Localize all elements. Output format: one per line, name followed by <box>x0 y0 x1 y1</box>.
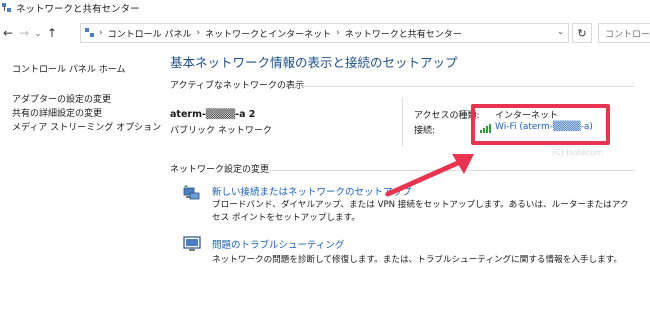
recent-locations-chevron-icon[interactable]: ⌄ <box>32 23 44 43</box>
sidebar-item-media-streaming[interactable]: メディア ストリーミング オプション <box>12 120 162 134</box>
divider <box>402 98 403 146</box>
sidebar-item-advanced-sharing[interactable]: 共有の詳細設定の変更 <box>12 106 162 120</box>
highlight-box <box>471 104 610 145</box>
sidebar-item-adapter-settings[interactable]: アダプターの設定の変更 <box>12 92 162 106</box>
breadcrumb-network-internet[interactable]: ネットワークとインターネット <box>205 27 331 40</box>
divider <box>290 86 635 87</box>
search-input[interactable]: コントロール <box>598 23 650 43</box>
network-type: パブリック ネットワーク <box>170 126 272 136</box>
window-title: ネットワークと共有センター <box>16 4 140 15</box>
network-center-icon <box>2 3 12 13</box>
address-dropdown-icon[interactable]: ⌄ <box>557 27 564 36</box>
change-settings-heading: ネットワーク設定の変更 <box>170 165 270 175</box>
title-bar: ネットワークと共有センター <box>0 0 650 16</box>
breadcrumb-separator[interactable]: › <box>196 28 200 38</box>
back-arrow-icon[interactable]: ← <box>0 23 16 43</box>
page-title: 基本ネットワーク情報の表示と接続のセットアップ <box>170 55 458 70</box>
address-bar[interactable]: › コントロール パネル › ネットワークとインターネット › ネットワークと共… <box>80 23 569 43</box>
setup-new-connection-link[interactable]: 新しい接続またはネットワークのセットアップ <box>212 184 412 198</box>
main-content: 基本ネットワーク情報の表示と接続のセットアップ アクティブなネットワークの表示 … <box>170 52 640 265</box>
troubleshoot-description: ネットワークの問題を診断して修復します。または、トラブルシューティングに関する情… <box>212 255 623 265</box>
new-connection-icon <box>183 185 200 200</box>
control-panel-icon <box>85 28 95 38</box>
sidebar-home-link[interactable]: コントロール パネル ホーム <box>12 62 162 75</box>
troubleshoot-link[interactable]: 問題のトラブルシューティング <box>212 237 344 251</box>
breadcrumb-separator[interactable]: › <box>99 28 103 38</box>
annotation-arrow <box>385 154 474 197</box>
access-type-label: アクセスの種類: <box>414 111 480 121</box>
connection-label: 接続: <box>414 126 436 136</box>
breadcrumb-separator[interactable]: › <box>336 28 340 38</box>
refresh-button[interactable]: ↻ <box>572 23 592 43</box>
active-networks-heading: アクティブなネットワークの表示 <box>170 81 305 91</box>
setup-new-connection-description: ブロードバンド、ダイヤルアップ、または VPN 接続をセットアップします。あるい… <box>212 200 629 223</box>
watermark: (C) Isotecom <box>552 148 603 157</box>
sidebar: コントロール パネル ホーム アダプターの設定の変更 共有の詳細設定の変更 メデ… <box>12 62 162 134</box>
forward-arrow-icon[interactable]: → <box>16 23 32 43</box>
breadcrumb-network-sharing-center[interactable]: ネットワークと共有センター <box>345 27 462 40</box>
breadcrumb-control-panel[interactable]: コントロール パネル <box>108 27 192 40</box>
troubleshoot-icon <box>183 236 201 251</box>
up-arrow-icon[interactable]: ↑ <box>44 23 60 43</box>
network-name: aterm-▒▒▒▒-a 2 <box>170 109 256 120</box>
navigation-bar: ← → ⌄ ↑ › コントロール パネル › ネットワークとインターネット › … <box>0 18 650 48</box>
